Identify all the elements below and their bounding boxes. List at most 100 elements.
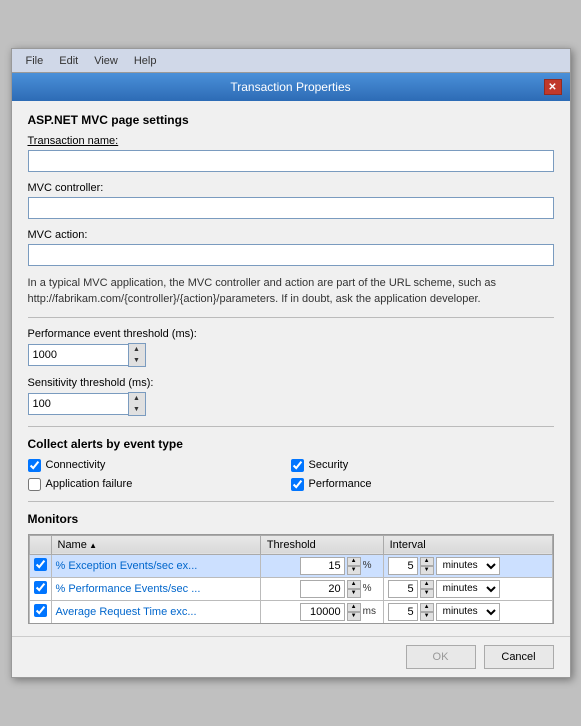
- dialog-title: Transaction Properties: [38, 80, 544, 94]
- row-0-threshold-up[interactable]: ▲: [347, 557, 361, 566]
- table-row[interactable]: % Performance Events/sec ...▲▼%▲▼minutes…: [29, 577, 552, 600]
- dialog-footer: OK Cancel: [12, 636, 570, 677]
- sensitivity-threshold-down[interactable]: ▼: [129, 404, 145, 415]
- row-0-interval-up[interactable]: ▲: [420, 557, 434, 566]
- row-0-name: % Exception Events/sec ex...: [51, 554, 260, 577]
- row-0-checkbox-cell: [29, 554, 51, 577]
- mvc-controller-label: MVC controller:: [28, 182, 554, 194]
- sensitivity-threshold-group: Sensitivity threshold (ms): ▲ ▼: [28, 377, 554, 416]
- row-2-checkbox[interactable]: [34, 604, 47, 617]
- mvc-action-input[interactable]: [28, 244, 554, 266]
- row-0-threshold-input[interactable]: [300, 557, 345, 575]
- mvc-controller-group: MVC controller:: [28, 182, 554, 219]
- row-2-interval-cell: ▲▼minuteshoursseconds: [383, 600, 552, 623]
- th-checkbox: [29, 535, 51, 554]
- table-row[interactable]: % Exception Events/sec ex...▲▼%▲▼minutes…: [29, 554, 552, 577]
- sensitivity-threshold-label: Sensitivity threshold (ms):: [28, 377, 554, 389]
- row-1-interval-up[interactable]: ▲: [420, 580, 434, 589]
- row-1-interval-select[interactable]: minuteshoursseconds: [436, 580, 500, 598]
- close-button[interactable]: ✕: [544, 79, 562, 95]
- aspnet-section-title: ASP.NET MVC page settings: [28, 113, 554, 127]
- row-1-threshold-unit: %: [363, 583, 379, 594]
- row-2-interval-up[interactable]: ▲: [420, 603, 434, 612]
- topbar-file[interactable]: File: [20, 53, 50, 69]
- row-0-threshold-unit: %: [363, 560, 379, 571]
- row-1-threshold-cell: ▲▼%: [260, 577, 383, 600]
- topbar-help[interactable]: Help: [128, 53, 163, 69]
- row-1-checkbox-cell: [29, 577, 51, 600]
- row-2-interval-select[interactable]: minuteshoursseconds: [436, 603, 500, 621]
- checkbox-performance-label: Performance: [309, 478, 372, 490]
- th-name[interactable]: Name: [51, 535, 260, 554]
- performance-threshold-spinner-buttons: ▲ ▼: [128, 343, 146, 367]
- monitors-table-wrapper[interactable]: Name Threshold Interval % Exception Even…: [28, 534, 554, 624]
- transaction-name-label: Transaction name:: [28, 135, 554, 147]
- title-bar: Transaction Properties ✕: [12, 73, 570, 101]
- row-1-checkbox[interactable]: [34, 581, 47, 594]
- row-1-interval-down[interactable]: ▼: [420, 589, 434, 598]
- table-row[interactable]: Average Request Time exc...▲▼ms▲▼minutes…: [29, 600, 552, 623]
- row-2-checkbox-cell: [29, 600, 51, 623]
- row-1-threshold-input[interactable]: [300, 580, 345, 598]
- performance-threshold-spinner: ▲ ▼: [28, 343, 554, 367]
- row-2-interval-down[interactable]: ▼: [420, 612, 434, 621]
- row-0-interval-cell: ▲▼minuteshoursseconds: [383, 554, 552, 577]
- row-1-interval-input[interactable]: [388, 580, 418, 598]
- monitors-table: Name Threshold Interval % Exception Even…: [29, 535, 553, 624]
- performance-threshold-up[interactable]: ▲: [129, 344, 145, 355]
- row-0-interval-down[interactable]: ▼: [420, 566, 434, 575]
- transaction-properties-dialog: File Edit View Help Transaction Properti…: [11, 48, 571, 678]
- checkboxes-grid: Connectivity Security Application failur…: [28, 459, 554, 491]
- row-2-threshold-up[interactable]: ▲: [347, 603, 361, 612]
- checkbox-appfailure: Application failure: [28, 478, 291, 491]
- cancel-button[interactable]: Cancel: [484, 645, 554, 669]
- ok-button[interactable]: OK: [406, 645, 476, 669]
- checkbox-security-label: Security: [309, 459, 349, 471]
- checkbox-appfailure-input[interactable]: [28, 478, 41, 491]
- row-0-threshold-cell: ▲▼%: [260, 554, 383, 577]
- sensitivity-threshold-spinner-buttons: ▲ ▼: [128, 392, 146, 416]
- checkbox-performance: Performance: [291, 478, 554, 491]
- row-2-threshold-down[interactable]: ▼: [347, 612, 361, 621]
- row-1-threshold-down[interactable]: ▼: [347, 589, 361, 598]
- checkbox-security: Security: [291, 459, 554, 472]
- mvc-action-group: MVC action:: [28, 229, 554, 266]
- mvc-action-label: MVC action:: [28, 229, 554, 241]
- monitors-section: Monitors Name Threshold Interval % Excep…: [28, 512, 554, 624]
- row-2-interval-input[interactable]: [388, 603, 418, 621]
- divider-1: [28, 317, 554, 318]
- row-0-interval-select[interactable]: minuteshoursseconds: [436, 557, 500, 575]
- topbar-view[interactable]: View: [88, 53, 124, 69]
- row-0-threshold-down[interactable]: ▼: [347, 566, 361, 575]
- row-0-interval-input[interactable]: [388, 557, 418, 575]
- checkbox-connectivity-label: Connectivity: [46, 459, 106, 471]
- transaction-name-input[interactable]: [28, 150, 554, 172]
- row-1-interval-cell: ▲▼minuteshoursseconds: [383, 577, 552, 600]
- mvc-controller-input[interactable]: [28, 197, 554, 219]
- row-0-checkbox[interactable]: [34, 558, 47, 571]
- row-2-threshold-cell: ▲▼ms: [260, 600, 383, 623]
- performance-threshold-down[interactable]: ▼: [129, 355, 145, 366]
- performance-threshold-group: Performance event threshold (ms): ▲ ▼: [28, 328, 554, 367]
- performance-threshold-label: Performance event threshold (ms):: [28, 328, 554, 340]
- checkbox-performance-input[interactable]: [291, 478, 304, 491]
- divider-2: [28, 426, 554, 427]
- th-interval[interactable]: Interval: [383, 535, 552, 554]
- th-threshold[interactable]: Threshold: [260, 535, 383, 554]
- row-1-threshold-up[interactable]: ▲: [347, 580, 361, 589]
- performance-threshold-input[interactable]: [28, 344, 128, 366]
- topbar-edit[interactable]: Edit: [53, 53, 84, 69]
- monitors-title: Monitors: [28, 512, 554, 526]
- checkbox-security-input[interactable]: [291, 459, 304, 472]
- top-bar: File Edit View Help: [12, 49, 570, 73]
- divider-3: [28, 501, 554, 502]
- sensitivity-threshold-up[interactable]: ▲: [129, 393, 145, 404]
- sensitivity-threshold-input[interactable]: [28, 393, 128, 415]
- collect-alerts-title: Collect alerts by event type: [28, 437, 554, 451]
- checkbox-connectivity-input[interactable]: [28, 459, 41, 472]
- row-2-threshold-input[interactable]: [300, 603, 345, 621]
- row-1-name: % Performance Events/sec ...: [51, 577, 260, 600]
- info-text: In a typical MVC application, the MVC co…: [28, 276, 554, 307]
- checkbox-appfailure-label: Application failure: [46, 478, 133, 490]
- dialog-body: ASP.NET MVC page settings Transaction na…: [12, 101, 570, 636]
